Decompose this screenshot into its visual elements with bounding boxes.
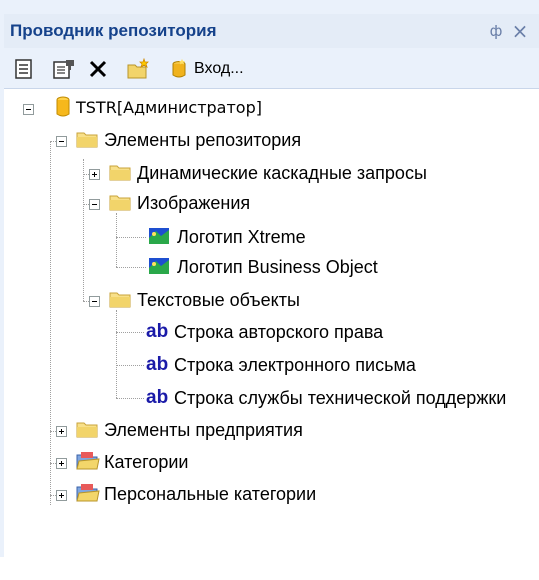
tree-item-logo-xtreme[interactable]: Логотип Xtreme: [177, 226, 306, 248]
login-label: Вход...: [194, 60, 244, 77]
delete-button[interactable]: [88, 56, 108, 82]
tree-item-logo-business-object[interactable]: Логотип Business Object: [177, 256, 378, 278]
tree-item-personal-categories[interactable]: Персональные категории: [104, 483, 316, 505]
expander-images[interactable]: [89, 199, 100, 210]
repository-tree[interactable]: TSTR[Администратор] Элементы репозитория…: [4, 88, 539, 580]
expander-repo-elements[interactable]: [56, 136, 67, 147]
tree-item-text-objects[interactable]: Текстовые объекты: [137, 289, 300, 311]
expander-personal-categories[interactable]: [56, 490, 67, 501]
properties-button[interactable]: [14, 56, 34, 82]
tree-item-images[interactable]: Изображения: [137, 192, 250, 214]
database-icon: [56, 96, 70, 117]
login-icon: [172, 59, 186, 78]
close-icon[interactable]: ×: [510, 19, 530, 43]
edit-properties-button[interactable]: [52, 56, 76, 82]
expander-categories[interactable]: [56, 458, 67, 469]
folder-icon: [76, 422, 98, 438]
folder-icon: [109, 195, 131, 211]
expander-text-objects[interactable]: [89, 296, 100, 307]
properties-icon: [15, 59, 32, 79]
text-object-icon: ab: [146, 387, 169, 408]
expander-root[interactable]: [23, 104, 34, 115]
tree-item-enterprise[interactable]: Элементы предприятия: [104, 419, 303, 441]
tree-item-repo-elements[interactable]: Элементы репозитория: [104, 129, 301, 151]
text-object-icon: ab: [146, 321, 169, 342]
delete-icon: [89, 60, 107, 78]
folder-icon: [76, 132, 98, 148]
image-icon: [149, 258, 169, 274]
new-folder-button[interactable]: [126, 56, 152, 82]
tree-root-label[interactable]: TSTR[Администратор]: [76, 97, 262, 119]
pin-icon[interactable]: ф: [487, 22, 505, 40]
tree-item-dynamic-queries[interactable]: Динамические каскадные запросы: [137, 162, 427, 184]
folder-icon: [109, 292, 131, 308]
panel-titlebar: Проводник репозитория ф ×: [4, 14, 539, 48]
tree-item-categories[interactable]: Категории: [104, 451, 188, 473]
new-folder-icon: [127, 58, 149, 79]
tree-item-copyright[interactable]: Строка авторского права: [174, 321, 383, 343]
expander-enterprise[interactable]: [56, 426, 67, 437]
panel-title: Проводник репозитория: [10, 21, 217, 40]
category-folder-icon: [76, 452, 100, 470]
category-folder-icon: [76, 484, 100, 502]
tree-item-email[interactable]: Строка электронного письма: [174, 354, 416, 376]
login-button[interactable]: Вход...: [168, 56, 244, 82]
edit-properties-icon: [53, 60, 74, 79]
repository-explorer-panel: Проводник репозитория ф × Вход... TSTR[А…: [0, 0, 539, 580]
image-icon: [149, 228, 169, 244]
tree-item-support[interactable]: Строка службы технической поддержки: [174, 387, 506, 409]
expander-dynamic-queries[interactable]: [89, 169, 100, 180]
panel-toolbar: Вход...: [4, 50, 539, 88]
text-object-icon: ab: [146, 354, 169, 375]
folder-icon: [109, 165, 131, 181]
